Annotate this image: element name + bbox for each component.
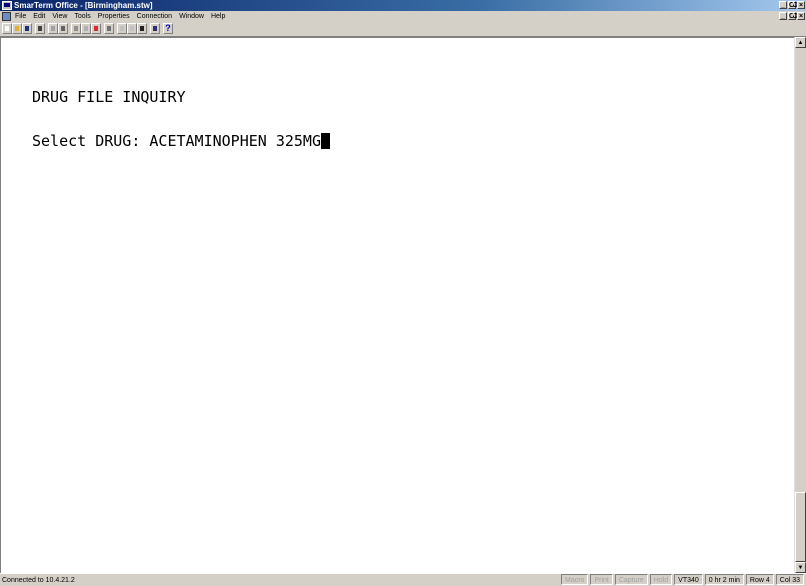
menu-file[interactable]: File	[15, 11, 26, 22]
vertical-scrollbar[interactable]: ▲ ▼	[794, 37, 806, 573]
paste-icon[interactable]	[58, 23, 68, 34]
menu-connection[interactable]: Connection	[137, 11, 172, 22]
maximize-button[interactable]: Ѡ	[788, 1, 798, 9]
menu-view[interactable]: View	[52, 11, 67, 22]
menu-list: File Edit View Tools Properties Connecti…	[15, 11, 225, 22]
print-icon[interactable]	[35, 23, 45, 34]
print-indicator: Print	[590, 574, 613, 585]
capture-indicator: Capture	[614, 574, 648, 585]
record-icon[interactable]	[91, 23, 101, 34]
macro-indicator: Macro	[561, 574, 589, 585]
scroll-thumb[interactable]	[795, 492, 806, 562]
elapsed-time: 0 hr 2 min	[704, 574, 744, 585]
emulation-indicator: VT340	[674, 574, 703, 585]
toolbar: ?	[0, 22, 806, 37]
menu-tools[interactable]: Tools	[74, 11, 90, 22]
capture-icon[interactable]	[137, 23, 147, 34]
text-cursor	[320, 133, 330, 149]
col-indicator: Col 33	[775, 574, 804, 585]
minimize-button[interactable]: _	[779, 1, 787, 9]
status-panes: Macro Print Capture Hold VT340 0 hr 2 mi…	[561, 574, 804, 585]
display-icon[interactable]	[150, 23, 160, 34]
menu-help[interactable]: Help	[211, 11, 225, 22]
menu-edit[interactable]: Edit	[33, 11, 45, 22]
screen-heading: DRUG FILE INQUIRY	[32, 88, 186, 106]
terminal-screen[interactable]: DRUG FILE INQUIRY Select DRUG: ACETAMINO…	[0, 37, 794, 573]
keyboard-icon[interactable]	[81, 23, 91, 34]
menu-window[interactable]: Window	[179, 11, 204, 22]
menu-bar: File Edit View Tools Properties Connecti…	[0, 11, 806, 22]
new-file-icon[interactable]	[2, 23, 12, 34]
drug-prompt-line: Select DRUG: ACETAMINOPHEN 325MG	[32, 132, 330, 150]
doc-restore-button[interactable]: Ѡ	[788, 12, 798, 20]
drug-prompt-text: Select DRUG: ACETAMINOPHEN 325MG	[32, 132, 321, 150]
connection-status: Connected to 10.4.21.2	[2, 577, 75, 584]
scroll-up-button[interactable]: ▲	[795, 37, 806, 48]
save-icon[interactable]	[22, 23, 32, 34]
close-button[interactable]: ×	[797, 1, 805, 9]
status-bar: Connected to 10.4.21.2 Macro Print Captu…	[0, 573, 806, 586]
window-title: SmarTerm Office - [Birmingham.stw]	[14, 1, 153, 10]
copy-icon[interactable]	[48, 23, 58, 34]
document-icon[interactable]	[2, 12, 11, 21]
menu-properties[interactable]: Properties	[98, 11, 130, 22]
open-folder-icon[interactable]	[12, 23, 22, 34]
doc-minimize-button[interactable]: _	[779, 12, 787, 20]
session-icon[interactable]	[117, 23, 127, 34]
macro-icon[interactable]	[71, 23, 81, 34]
help-icon[interactable]: ?	[163, 23, 173, 34]
scroll-down-button[interactable]: ▼	[795, 562, 806, 573]
doc-close-button[interactable]: ×	[797, 12, 805, 20]
hold-indicator: Hold	[649, 574, 673, 585]
app-icon[interactable]	[2, 1, 12, 10]
row-indicator: Row 4	[745, 574, 774, 585]
settings-icon[interactable]	[104, 23, 114, 34]
window-controls: _ Ѡ ×	[779, 1, 805, 9]
page-icon[interactable]	[127, 23, 137, 34]
document-window-controls: _ Ѡ ×	[779, 12, 805, 20]
title-bar: SmarTerm Office - [Birmingham.stw] _ Ѡ ×	[0, 0, 806, 11]
